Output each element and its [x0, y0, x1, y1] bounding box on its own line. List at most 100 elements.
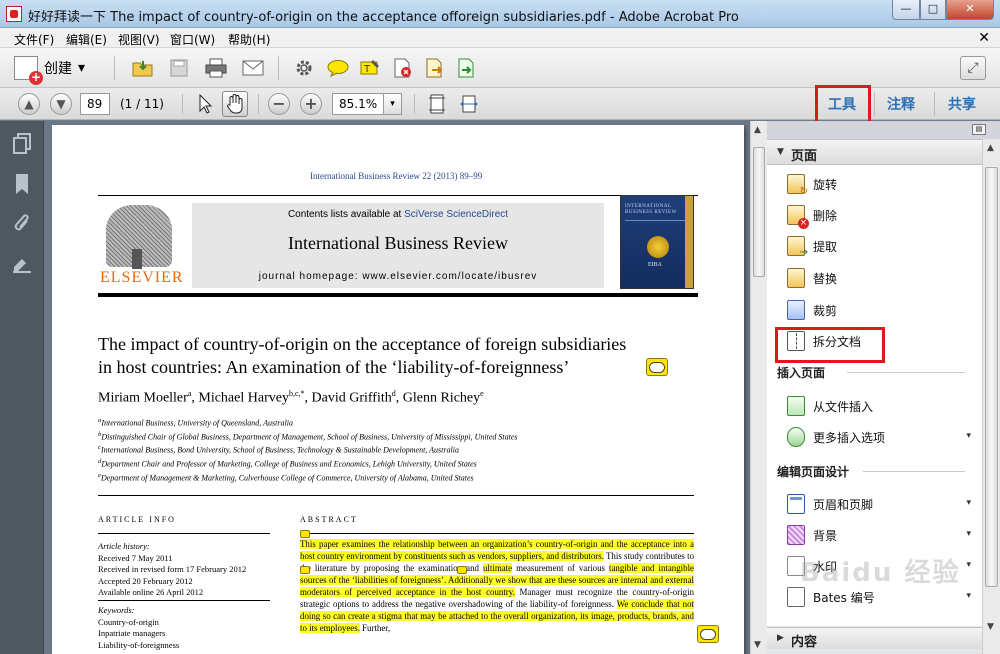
pages-section-header[interactable]: ▼ 页面	[767, 139, 982, 165]
keywords: Keywords: Country-of-origin Inpatriate m…	[98, 605, 179, 651]
scrollbar-thumb[interactable]	[985, 167, 998, 587]
open-folder-icon[interactable]	[130, 55, 156, 81]
close-button[interactable]: ✕	[946, 0, 994, 20]
insert-from-file-item[interactable]: 从文件插入	[787, 395, 977, 417]
extract-page-icon[interactable]	[421, 55, 447, 81]
crop-page-item[interactable]: 裁剪	[787, 299, 977, 321]
zoom-dropdown-button[interactable]: ▾	[384, 93, 402, 115]
panel-options-icon[interactable]: ▤	[972, 124, 986, 135]
document-view[interactable]: International Business Review 22 (2013) …	[44, 121, 750, 654]
menu-help[interactable]: 帮助(H)	[228, 31, 270, 48]
note-marker-icon	[300, 530, 310, 538]
tab-share[interactable]: 共享	[948, 94, 976, 114]
zoom-level-input[interactable]: 85.1%	[332, 93, 384, 115]
note-marker-icon	[300, 566, 310, 574]
page-count-label: (1 / 11)	[120, 97, 164, 111]
journal-title: International Business Review	[288, 233, 508, 253]
section-rule	[98, 495, 694, 496]
author-separator: ,	[395, 390, 403, 406]
header-footer-icon	[787, 494, 805, 514]
signature-icon[interactable]	[12, 255, 32, 277]
delete-page-item[interactable]: 删除	[787, 204, 977, 229]
menu-edit[interactable]: 编辑(E)	[66, 31, 107, 48]
menu-window[interactable]: 窗口(W)	[170, 31, 215, 48]
menu-file[interactable]: 文件(F)	[14, 31, 54, 48]
header-footer-label: 页眉和页脚	[813, 497, 874, 512]
article-history-label: Article history:	[98, 541, 150, 551]
sticky-note-icon[interactable]	[697, 625, 719, 643]
scrollbar-thumb[interactable]	[753, 147, 765, 277]
previous-page-button[interactable]: ▲	[18, 93, 40, 115]
paper-title-line-1: The impact of country-of-origin on the a…	[98, 334, 627, 354]
comment-bubble-icon[interactable]	[325, 55, 351, 81]
article-history: Article history: Received 7 May 2011 Rec…	[98, 541, 270, 599]
plus-icon: +	[304, 94, 318, 113]
fit-width-icon[interactable]	[456, 91, 482, 117]
arrow-down-icon: ▼	[56, 97, 66, 111]
fit-page-icon[interactable]	[424, 91, 450, 117]
bookmark-icon[interactable]	[12, 173, 32, 195]
save-icon[interactable]	[166, 55, 192, 81]
rotate-page-item[interactable]: 旋转	[787, 173, 977, 197]
author-name: Michael Harvey	[198, 390, 289, 406]
journal-banner: Contents lists available at SciVerse Sci…	[192, 203, 604, 288]
scroll-down-arrow-icon[interactable]: ▼	[754, 640, 761, 650]
document-close-button[interactable]: ✕	[978, 30, 990, 46]
scroll-down-arrow-icon[interactable]: ▼	[987, 622, 994, 632]
background-item[interactable]: 背景 ▾	[787, 524, 977, 546]
email-icon[interactable]	[240, 55, 266, 81]
attachment-icon[interactable]	[12, 213, 32, 235]
tab-comment[interactable]: 注释	[887, 94, 915, 114]
highlight-text-icon[interactable]: T	[357, 55, 383, 81]
sticky-note-icon[interactable]	[646, 358, 668, 376]
hand-tool-icon[interactable]	[222, 91, 248, 117]
highlighted-text[interactable]: ultimate	[482, 563, 513, 573]
insert-page-icon[interactable]	[453, 55, 479, 81]
minimize-button[interactable]: —	[892, 0, 920, 20]
delete-label: 删除	[813, 208, 838, 223]
abstract-comment-marker[interactable]	[457, 563, 467, 578]
extract-icon	[787, 236, 808, 258]
menu-view[interactable]: 视图(V)	[118, 31, 160, 48]
affiliations: aInternational Business, University of Q…	[98, 415, 518, 483]
page-thumbnails-icon[interactable]	[12, 133, 32, 155]
extract-page-item[interactable]: 提取	[787, 235, 977, 258]
keyword: Liability-of-foreignness	[98, 639, 180, 650]
tools-panel-scrollbar[interactable]: ▲ ▼	[982, 139, 1000, 654]
fullscreen-icon[interactable]: ⤢	[960, 56, 986, 80]
keyword: Country-of-origin	[98, 616, 159, 627]
scroll-up-arrow-icon[interactable]: ▲	[754, 125, 761, 135]
contents-line: Contents lists available at SciVerse Sci…	[192, 209, 604, 220]
select-cursor-icon[interactable]	[192, 91, 218, 117]
affiliation-text: Distinguished Chair of Global Business, …	[101, 432, 518, 442]
abstract-text-run: Further,	[359, 623, 391, 633]
delete-page-icon[interactable]	[389, 55, 415, 81]
abstract-comment-marker[interactable]	[300, 563, 310, 578]
zoom-out-button[interactable]: −	[268, 93, 290, 115]
page-number-input[interactable]: 89	[80, 93, 110, 115]
toolbar-divider	[182, 94, 183, 114]
bates-numbering-item[interactable]: Bates 编号 ▾	[787, 586, 977, 608]
chevron-down-icon: ▾	[78, 60, 86, 76]
scroll-up-arrow-icon[interactable]: ▲	[987, 143, 994, 153]
next-page-button[interactable]: ▼	[50, 93, 72, 115]
maximize-button[interactable]: □	[920, 0, 946, 20]
background-icon	[787, 525, 805, 545]
zoom-in-button[interactable]: +	[300, 93, 322, 115]
crop-icon	[787, 300, 805, 320]
print-icon[interactable]	[203, 55, 229, 81]
baidu-watermark: Baidu 经验	[800, 558, 961, 588]
more-insert-options-item[interactable]: 更多插入选项 ▾	[787, 426, 977, 448]
create-button[interactable]: 创建 ▾	[14, 54, 102, 85]
chevron-down-icon: ▾	[966, 560, 971, 570]
toolbar-divider	[934, 92, 935, 116]
sciencedirect-link[interactable]: SciVerse ScienceDirect	[404, 209, 508, 220]
affiliation-text: Department of Management & Marketing, Cu…	[100, 473, 474, 483]
bates-numbering-icon	[787, 587, 805, 607]
replace-page-item[interactable]: 替换	[787, 267, 977, 289]
content-section-header[interactable]: ▶ 内容	[767, 627, 982, 650]
header-footer-item[interactable]: 页眉和页脚 ▾	[787, 493, 977, 515]
gear-icon[interactable]	[291, 55, 317, 81]
paper-title-line-2: in host countries: An examination of the…	[98, 356, 718, 379]
document-scrollbar[interactable]: ▲ ▼	[750, 121, 767, 654]
